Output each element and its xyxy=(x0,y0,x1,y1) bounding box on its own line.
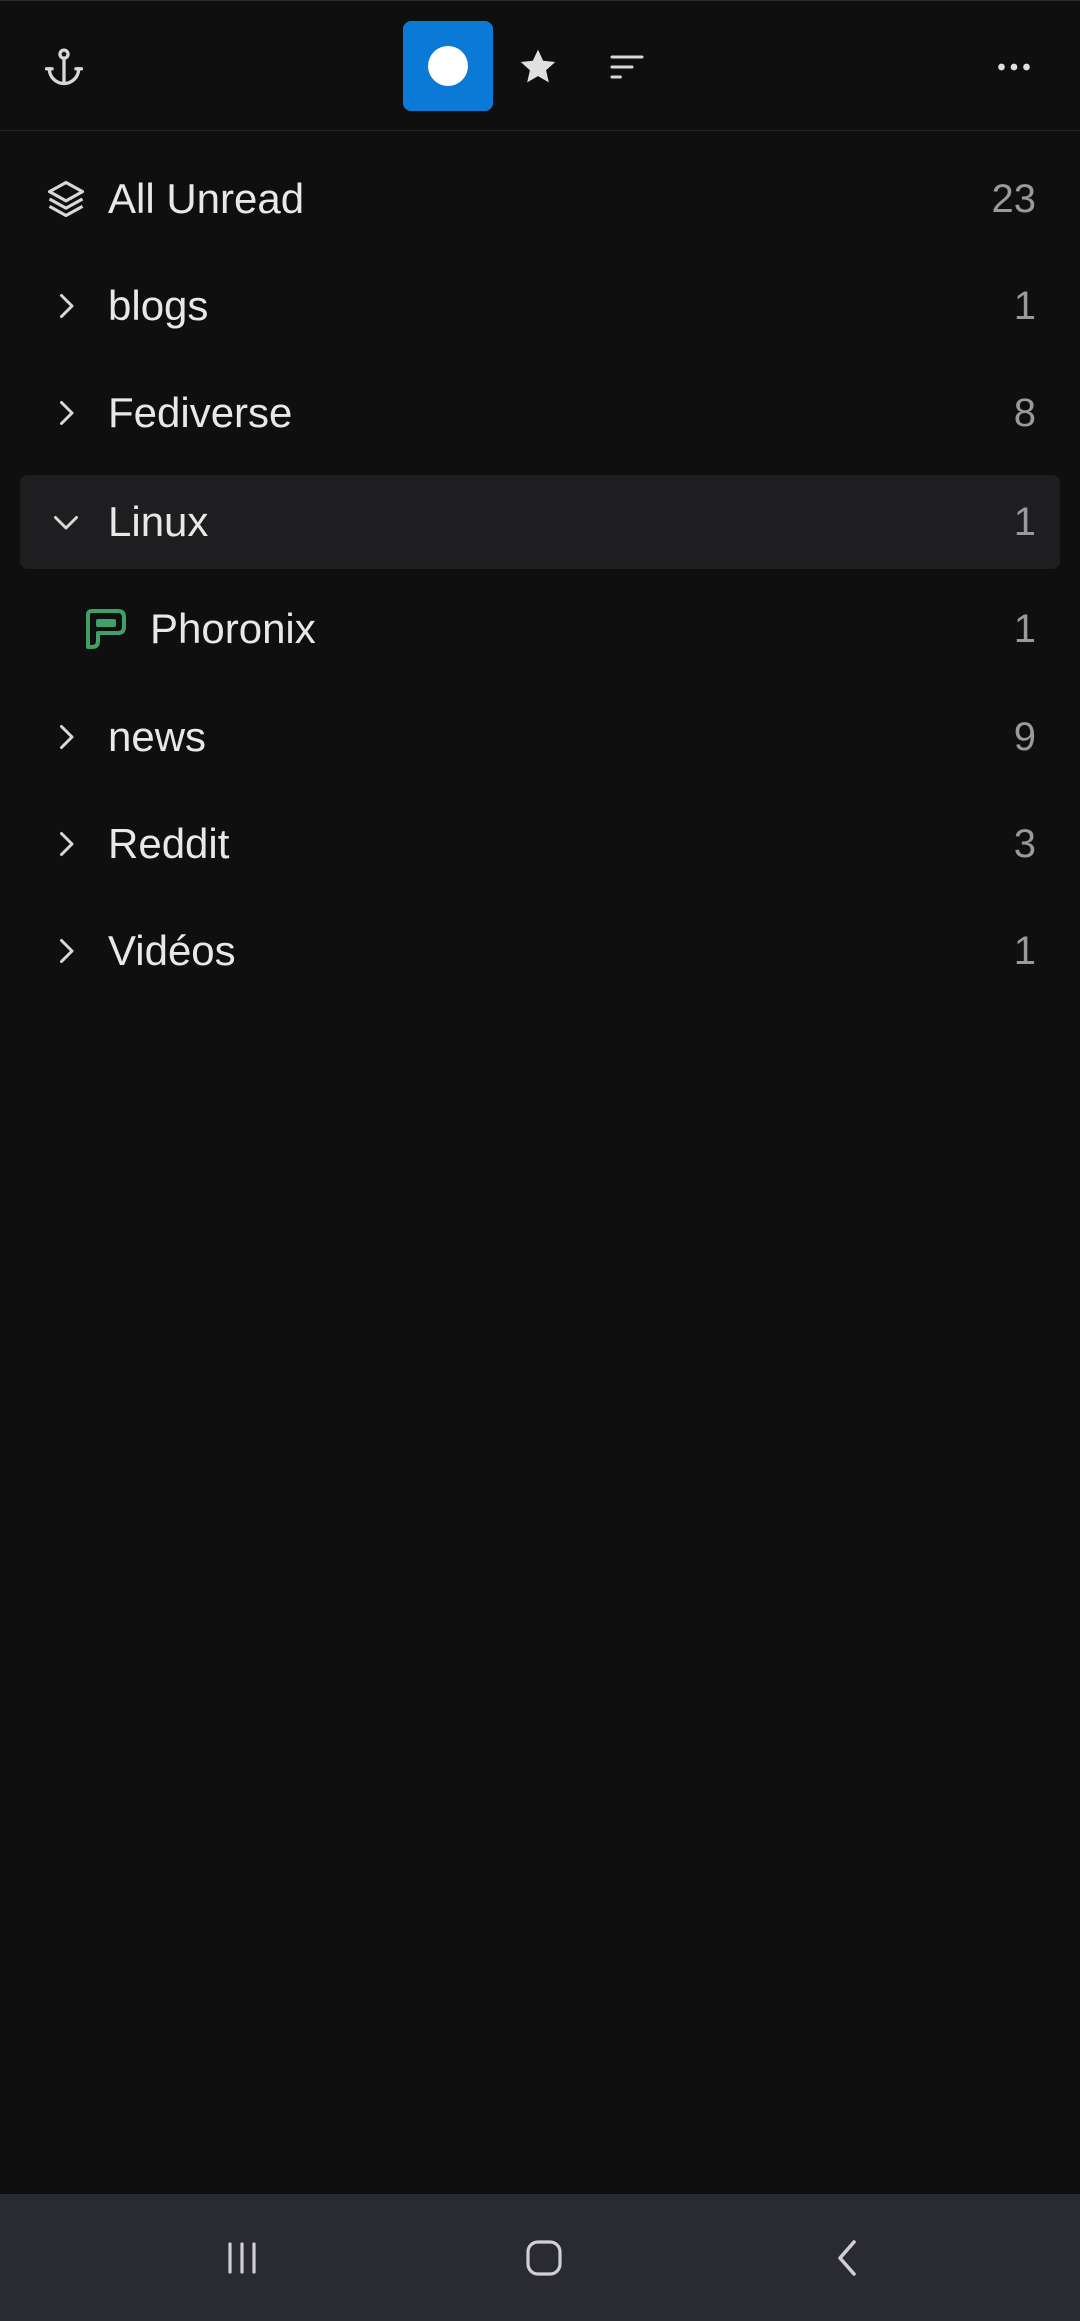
feed-label: news xyxy=(108,713,207,760)
feed-label: Vidéos xyxy=(108,927,236,974)
recent-apps-button[interactable] xyxy=(206,2222,278,2294)
unread-count: 1 xyxy=(1013,500,1036,544)
back-button[interactable] xyxy=(812,2222,884,2294)
unread-count: 9 xyxy=(1013,715,1036,759)
recent-apps-icon xyxy=(228,2242,256,2274)
feed-row-fediverse[interactable]: Fediverse 8 xyxy=(20,366,1060,460)
feed-row-blogs[interactable]: blogs 1 xyxy=(20,259,1060,353)
feed-label: Fediverse xyxy=(108,389,293,436)
unread-count: 1 xyxy=(1013,607,1036,651)
feed-label: blogs xyxy=(108,282,209,329)
chevron-right-icon[interactable] xyxy=(42,927,90,975)
unread-count: 1 xyxy=(1013,929,1036,973)
feed-row-news[interactable]: news 9 xyxy=(20,690,1060,784)
system-nav-bar xyxy=(0,2194,1080,2321)
sort-button[interactable] xyxy=(591,31,663,103)
top-toolbar xyxy=(0,0,1080,131)
chevron-right-icon[interactable] xyxy=(42,282,90,330)
feed-row-reddit[interactable]: Reddit 3 xyxy=(20,797,1060,891)
more-icon xyxy=(998,63,1030,71)
unread-filter-button[interactable] xyxy=(403,21,493,111)
starred-filter-button[interactable] xyxy=(502,31,574,103)
chevron-right-icon[interactable] xyxy=(42,713,90,761)
anchor-button[interactable] xyxy=(28,31,100,103)
more-options-button[interactable] xyxy=(978,31,1050,103)
unread-count: 1 xyxy=(1013,284,1036,328)
sort-icon xyxy=(610,55,644,79)
feed-label: Linux xyxy=(108,498,209,545)
phoronix-logo-icon xyxy=(82,605,130,653)
unread-count: 3 xyxy=(1013,822,1036,866)
unread-count: 8 xyxy=(1013,391,1036,435)
chevron-right-icon[interactable] xyxy=(42,820,90,868)
feed-row-phoronix[interactable]: Phoronix 1 xyxy=(20,582,1060,676)
layers-icon xyxy=(42,175,90,223)
back-icon xyxy=(838,2240,856,2276)
anchor-icon xyxy=(44,48,84,86)
star-icon xyxy=(520,49,556,83)
home-button[interactable] xyxy=(508,2222,580,2294)
unread-dot-icon xyxy=(428,46,468,86)
chevron-down-icon[interactable] xyxy=(42,498,90,546)
feed-label: All Unread xyxy=(108,175,305,222)
feed-row-all-unread[interactable]: All Unread 23 xyxy=(20,152,1060,246)
home-icon xyxy=(526,2240,562,2276)
unread-count: 23 xyxy=(991,177,1037,221)
feed-row-linux[interactable]: Linux 1 xyxy=(20,475,1060,569)
app-root: All Unread 23 blogs 1 Fediverse 8 Linux … xyxy=(0,0,1080,2321)
chevron-right-icon[interactable] xyxy=(42,389,90,437)
feed-label: Reddit xyxy=(108,820,230,867)
feed-row-videos[interactable]: Vidéos 1 xyxy=(20,904,1060,998)
feed-label: Phoronix xyxy=(150,605,316,652)
